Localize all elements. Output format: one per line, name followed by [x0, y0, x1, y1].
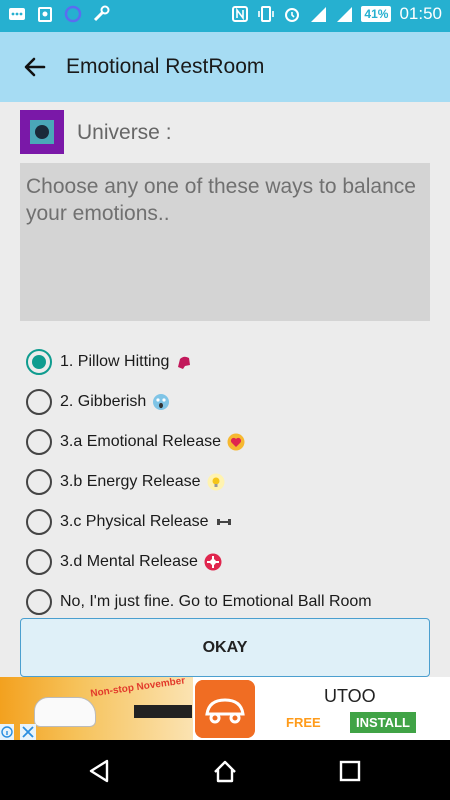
utoo-logo-icon	[195, 680, 255, 738]
radio-button[interactable]	[26, 389, 52, 415]
radio-button[interactable]	[26, 429, 52, 455]
universe-row: Universe :	[20, 110, 440, 154]
nav-recents-icon[interactable]	[337, 758, 363, 784]
ad-title: UTOO	[324, 686, 376, 706]
option-label: 3.d Mental Release	[60, 553, 198, 570]
ad-close-icon[interactable]	[20, 724, 36, 740]
lightbulb-icon	[207, 473, 225, 491]
option-gibberish[interactable]: 2. Gibberish	[26, 382, 436, 422]
app-bar: Emotional RestRoom	[0, 32, 450, 102]
nfc-icon	[232, 6, 249, 22]
sync-icon	[64, 5, 82, 23]
option-mental-release[interactable]: 3.d Mental Release	[26, 542, 436, 582]
option-label: 3.b Energy Release	[60, 473, 201, 490]
alarm-icon	[285, 8, 300, 22]
ad-info-icon[interactable]	[0, 724, 14, 740]
signal-1-icon	[311, 7, 327, 22]
option-physical-release[interactable]: 3.c Physical Release	[26, 502, 436, 542]
screaming-face-icon	[153, 394, 170, 410]
radio-button[interactable]	[26, 549, 52, 575]
avatar	[20, 110, 64, 154]
radio-button[interactable]	[26, 469, 52, 495]
radio-button[interactable]	[26, 589, 52, 615]
option-emotional-release[interactable]: 3.a Emotional Release	[26, 422, 436, 462]
ad-install-button[interactable]: INSTALL	[350, 712, 416, 733]
universe-label: Universe :	[77, 121, 172, 144]
car-icon	[34, 697, 96, 727]
option-label: 3.a Emotional Release	[60, 433, 221, 450]
message-box: Choose any one of these ways to balance …	[20, 163, 430, 321]
gear-icon	[204, 553, 222, 571]
option-label: 1. Pillow Hitting	[60, 353, 170, 370]
wrench-icon	[93, 5, 110, 22]
radio-button[interactable]	[26, 349, 52, 375]
option-pillow-hitting[interactable]: 1. Pillow Hitting	[26, 342, 436, 382]
heart-icon	[227, 433, 245, 451]
messages-icon	[9, 8, 25, 20]
signal-2-icon	[337, 7, 353, 22]
navigation-bar	[0, 740, 450, 800]
radio-button[interactable]	[26, 509, 52, 535]
option-label: No, I'm just fine. Go to Emotional Ball …	[60, 593, 372, 610]
nav-back-icon[interactable]	[87, 758, 113, 784]
nav-home-icon[interactable]	[212, 758, 238, 784]
battery-indicator: 41%	[361, 6, 392, 22]
message-text: Choose any one of these ways to balance …	[26, 175, 416, 225]
status-bar: 41% 01:50	[0, 0, 450, 32]
option-label: 2. Gibberish	[60, 393, 147, 410]
vibrate-icon	[258, 6, 275, 22]
store-icon	[38, 7, 52, 22]
ad-promo-text: Non-stop November	[89, 677, 186, 700]
ad-banner[interactable]: Non-stop November UTOO FREE INSTALL	[0, 677, 450, 740]
status-time: 01:50	[399, 4, 442, 23]
option-emotional-ball-room[interactable]: No, I'm just fine. Go to Emotional Ball …	[26, 582, 436, 622]
page-title: Emotional RestRoom	[66, 55, 265, 78]
ad-free-label: FREE	[286, 715, 321, 730]
option-energy-release[interactable]: 3.b Energy Release	[26, 462, 436, 502]
ad-strip	[134, 705, 192, 718]
option-label: 3.c Physical Release	[60, 513, 209, 530]
okay-button[interactable]: OKAY	[20, 618, 430, 677]
boxing-glove-icon	[178, 356, 191, 369]
dumbbell-icon	[216, 519, 231, 525]
arrow-back-icon[interactable]	[22, 54, 48, 80]
